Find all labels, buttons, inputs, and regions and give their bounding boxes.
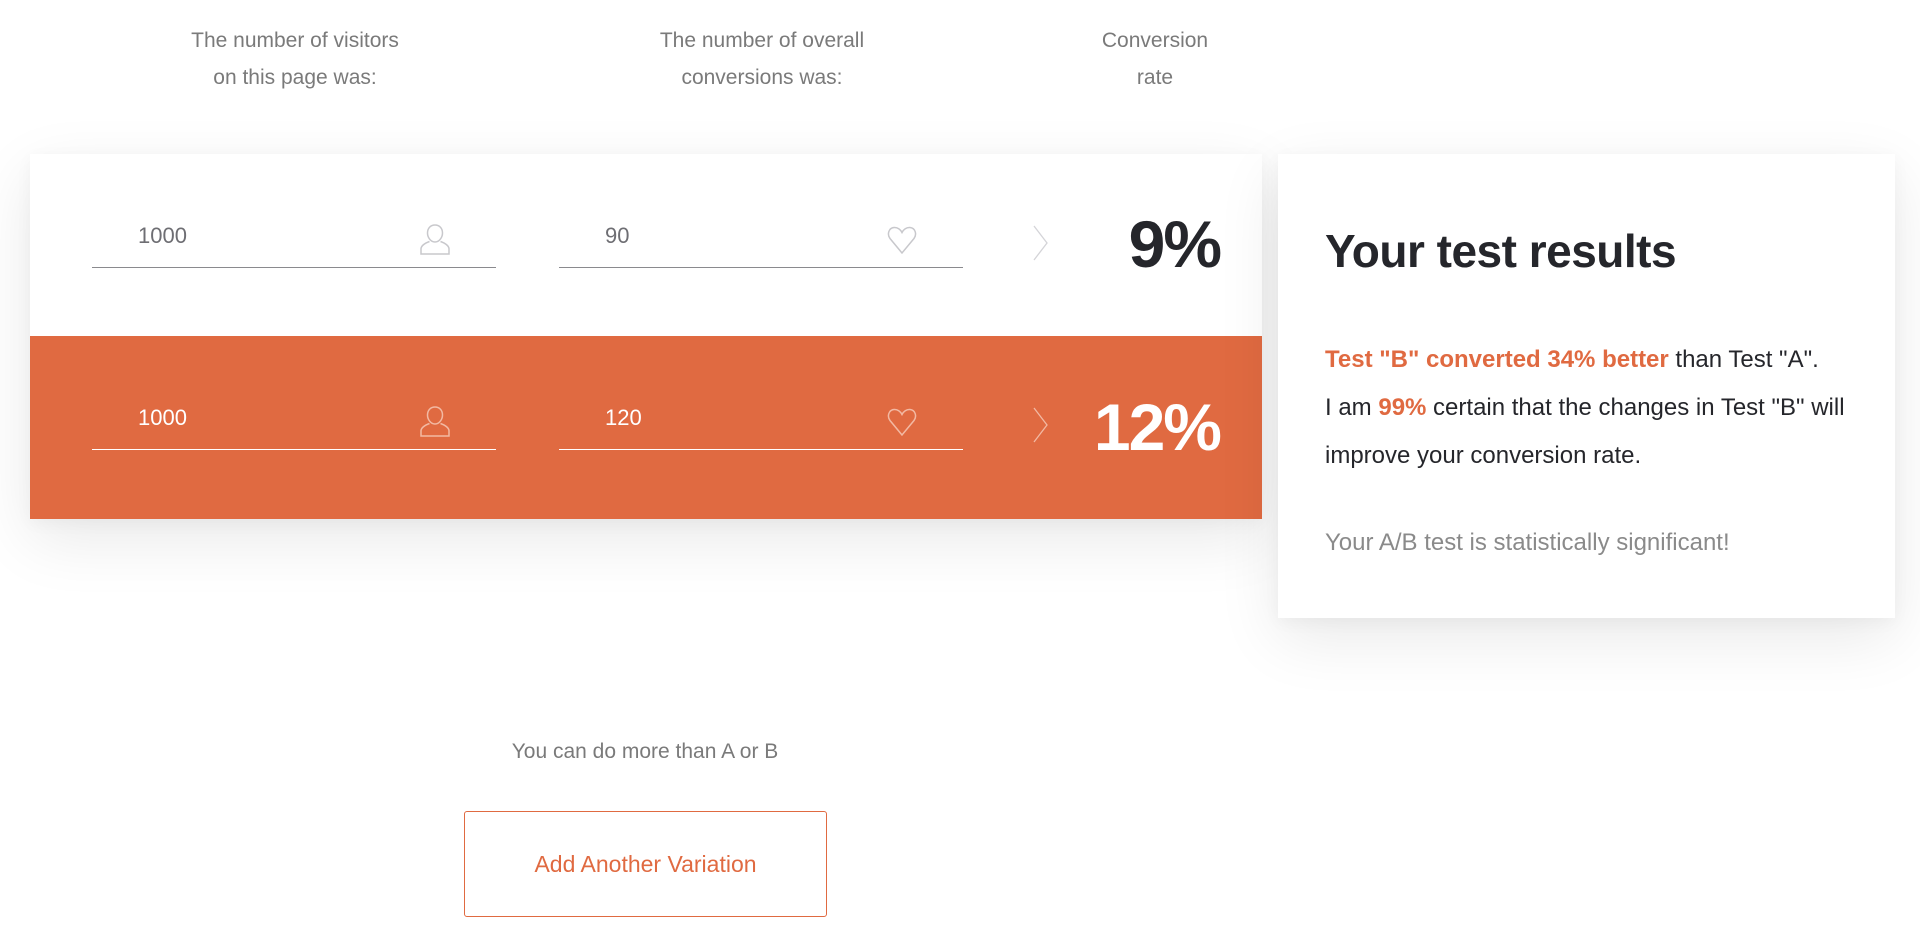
conversions-header-line1: The number of overall <box>659 29 865 52</box>
conversions-input-a[interactable] <box>559 212 899 260</box>
conversions-input-b[interactable] <box>559 394 899 442</box>
conversions-column-header: The number of overall conversions was: <box>612 22 912 96</box>
heart-icon <box>887 226 917 255</box>
visitors-input-b[interactable] <box>92 394 432 442</box>
visitors-input-a[interactable] <box>92 212 432 260</box>
conversion-rate-b: 12% <box>1093 390 1222 464</box>
visitors-header-line2: on this page was: <box>213 66 377 89</box>
certainty-highlight: 99% <box>1378 394 1427 421</box>
chevron-right-icon <box>1033 225 1048 261</box>
conversions-field-a <box>559 212 963 268</box>
calculator-card: 9% 12% <box>30 154 1262 519</box>
add-another-variation-button[interactable]: Add Another Variation <box>464 811 827 917</box>
conversions-header-line2: conversions was: <box>681 66 843 89</box>
user-icon <box>420 224 450 255</box>
heart-icon <box>887 408 917 437</box>
conversions-field-b <box>559 394 963 450</box>
improvement-highlight: Test "B" converted 34% better <box>1325 346 1669 373</box>
significance-message: Your A/B test is statistically significa… <box>1325 529 1730 556</box>
results-summary: Test "B" converted 34% better than Test … <box>1325 336 1865 480</box>
certainty-prefix: I am <box>1325 394 1379 421</box>
rate-column-header: Conversion rate <box>1055 22 1255 96</box>
ab-test-calculator-page: The number of visitors on this page was:… <box>0 0 1920 931</box>
visitors-field-b <box>92 394 496 450</box>
user-icon <box>420 406 450 437</box>
conversion-rate-a: 9% <box>1128 207 1222 281</box>
visitors-column-header: The number of visitors on this page was: <box>145 22 445 96</box>
improvement-rest: than Test "A". <box>1668 346 1819 373</box>
variant-row-a: 9% <box>30 154 1262 336</box>
results-title: Your test results <box>1325 225 1677 277</box>
more-variations-text: You can do more than A or B <box>511 740 779 763</box>
chevron-right-icon <box>1033 407 1048 443</box>
visitors-header-line1: The number of visitors <box>191 29 399 52</box>
rate-header-line1: Conversion <box>1101 29 1209 52</box>
results-card: Your test results Test "B" converted 34%… <box>1278 154 1895 618</box>
variant-row-b: 12% <box>30 336 1262 519</box>
rate-header-line2: rate <box>1136 66 1174 89</box>
visitors-field-a <box>92 212 496 268</box>
